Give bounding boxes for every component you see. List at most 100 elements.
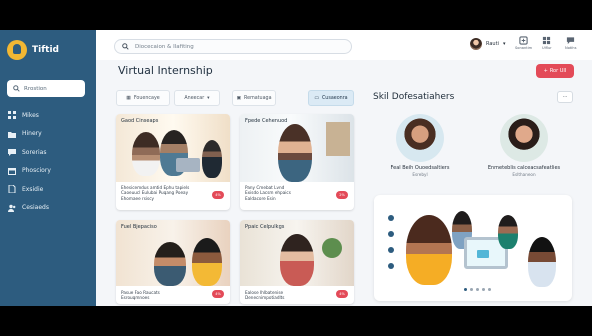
internship-card[interactable]: Ppaic Celpulkgs Ealose Ihlbatenise Denec… [240,220,354,304]
mentor-illustration [528,237,556,287]
expert-avatar [500,114,548,162]
grid-icon: ▦ [126,95,131,101]
sidebar-item-label: Mikes [22,111,39,119]
step-indicator [388,247,394,253]
calendar-icon [8,167,16,175]
tab-rematuaga[interactable]: ▣ Rematuaga [232,90,276,106]
card-detail: Caoeuucl Eulubai Puqang Poeay [121,190,189,196]
internship-card[interactable]: Fuel Bjepaciso Pasue Fao Raucats Esrouqm… [116,220,230,304]
step-indicator [388,231,394,237]
notifications-button[interactable]: Notihs [565,36,576,50]
laptop-image [176,158,200,172]
settings-button[interactable]: Sonantim [515,36,532,50]
internship-card[interactable]: Gaod Cinseaps Ehesicemdus amtid Ephu tap… [116,114,230,210]
sidebar-item-label: Cesiaeds [22,204,49,212]
card-badge: 4% [336,290,348,298]
tab-label: Rematuaga [244,95,272,101]
expert-role: Eslthaneon [512,172,536,177]
card-badge: 2% [336,191,348,199]
card-detail: Ealdacore Esin [245,195,276,201]
sidebar-item-mikes[interactable]: Mikes [8,106,51,125]
sidebar-nav: Mikes Hinery Sorerias Phosciory Exsidie … [8,106,51,217]
expert-avatar [396,114,444,162]
sidebar: Tiftid Rrostion Mikes Hinery Sorerias Ph… [0,30,96,306]
expert-name: Feal Beih Ouoedsaltiers [390,165,450,171]
step-indicator [388,263,394,269]
sidebar-item-sorerias[interactable]: Sorerias [8,143,51,162]
user-name: Rauti [486,41,499,47]
message-icon [567,37,575,45]
search-icon [122,43,129,50]
expert-card[interactable]: Enmeteblis calceacsafeatlies Eslthaneon [478,114,570,190]
files-icon [543,36,551,45]
briefcase-icon: ▣ [236,95,241,101]
files-label: Ulflur [542,46,552,50]
card-image: Gaod Cinseaps [116,114,230,182]
chat-window-illustration [477,250,489,258]
section-title: Skil Dofesatiahers [373,92,455,102]
more-icon: ··· [562,94,568,100]
search-icon [13,85,20,92]
settings-label: Sonantim [515,46,533,50]
tab-label: Aneecar [184,95,205,101]
student-image [280,234,314,286]
student-image [154,242,186,286]
notifications-label: Notihs [565,46,577,50]
people-icon [8,204,16,212]
card-image: Fuel Bjepaciso [116,220,230,286]
card-title: Gaod Cinseaps [121,118,159,124]
card-detail: Denecnimpotiadlts [245,295,285,301]
carousel-dot [482,288,485,291]
chevron-down-icon: ▾ [502,41,506,47]
box-icon: ▭ [314,95,319,101]
expert-name: Enmeteblis calceacsafeatlies [487,165,561,171]
sidebar-item-exsidie[interactable]: Exsidie [8,180,51,199]
carousel-indicator[interactable] [464,288,491,291]
expert-card[interactable]: Feal Beih Ouoedsaltiers Esrebyl [374,114,466,190]
student-image [202,140,222,178]
logo-icon [7,40,27,60]
sidebar-item-hinery[interactable]: Hinery [8,125,51,144]
app-window: Tiftid Rrostion Mikes Hinery Sorerias Ph… [0,30,592,306]
card-details: Pany Cmebat Lvnd Exisdo Lacsm ehpaics Ea… [245,185,291,201]
files-button[interactable]: Ulflur [542,36,552,50]
carousel-dot [470,288,473,291]
tab-aneecar[interactable]: Aneecar ▾ [174,90,220,106]
plus-icon: + [543,68,548,74]
more-options-button[interactable]: ··· [557,91,573,103]
mentor-image [192,238,222,286]
tab-fouencaye[interactable]: ▦ Fouencaye [116,90,170,106]
student-image [132,132,160,176]
card-detail: Ehomaee rsiscy [121,195,155,201]
top-bar: Diocecaion & Ilafiting Rauti ▾ Sonantim … [96,30,592,60]
sidebar-search-input[interactable]: Rrostion [7,80,85,97]
app-logo[interactable]: Tiftid [7,40,59,60]
sidebar-item-phosciory[interactable]: Phosciory [8,162,51,181]
tab-label: Fouencaye [133,95,160,101]
primary-action-button[interactable]: + Ror UII [536,64,574,78]
sidebar-item-cesiaeds[interactable]: Cesiaeds [8,199,51,218]
sidebar-item-label: Sorerias [22,148,47,156]
page-title: Virtual Internship [118,64,213,77]
card-detail: Esrouqmnoes [121,295,150,301]
sidebar-item-label: Hinery [22,130,42,138]
card-title: Fpede Cehenuod [245,118,288,124]
speaker-image [278,124,312,182]
card-details: Ehesicemdus amtid Ephu tapiels Caoeuucl … [121,185,189,201]
primary-action-label: Ror UII [549,68,567,74]
internship-card[interactable]: Fpede Cehenuod Pany Cmebat Lvnd Exisdo L… [240,114,354,210]
app-name: Tiftid [32,45,59,55]
step-indicator [388,215,394,221]
user-menu[interactable]: Rauti ▾ [470,38,505,50]
promo-banner[interactable] [374,195,572,301]
sidebar-search-label: Rrostion [24,85,47,92]
chevron-down-icon: ▾ [207,95,210,101]
search-input[interactable]: Diocecaion & Ilafiting [114,39,352,54]
card-badge: 4% [212,290,224,298]
expert-role: Esrebyl [412,172,428,177]
student-illustration [406,215,452,285]
tab-cusaeonra[interactable]: ▭ Cusaeonra [308,90,354,106]
card-details: Pasue Fao Raucats Esrouqmnoes [121,290,160,301]
tab-label: Cusaeonra [321,95,348,101]
sidebar-item-label: Phosciory [22,167,51,175]
